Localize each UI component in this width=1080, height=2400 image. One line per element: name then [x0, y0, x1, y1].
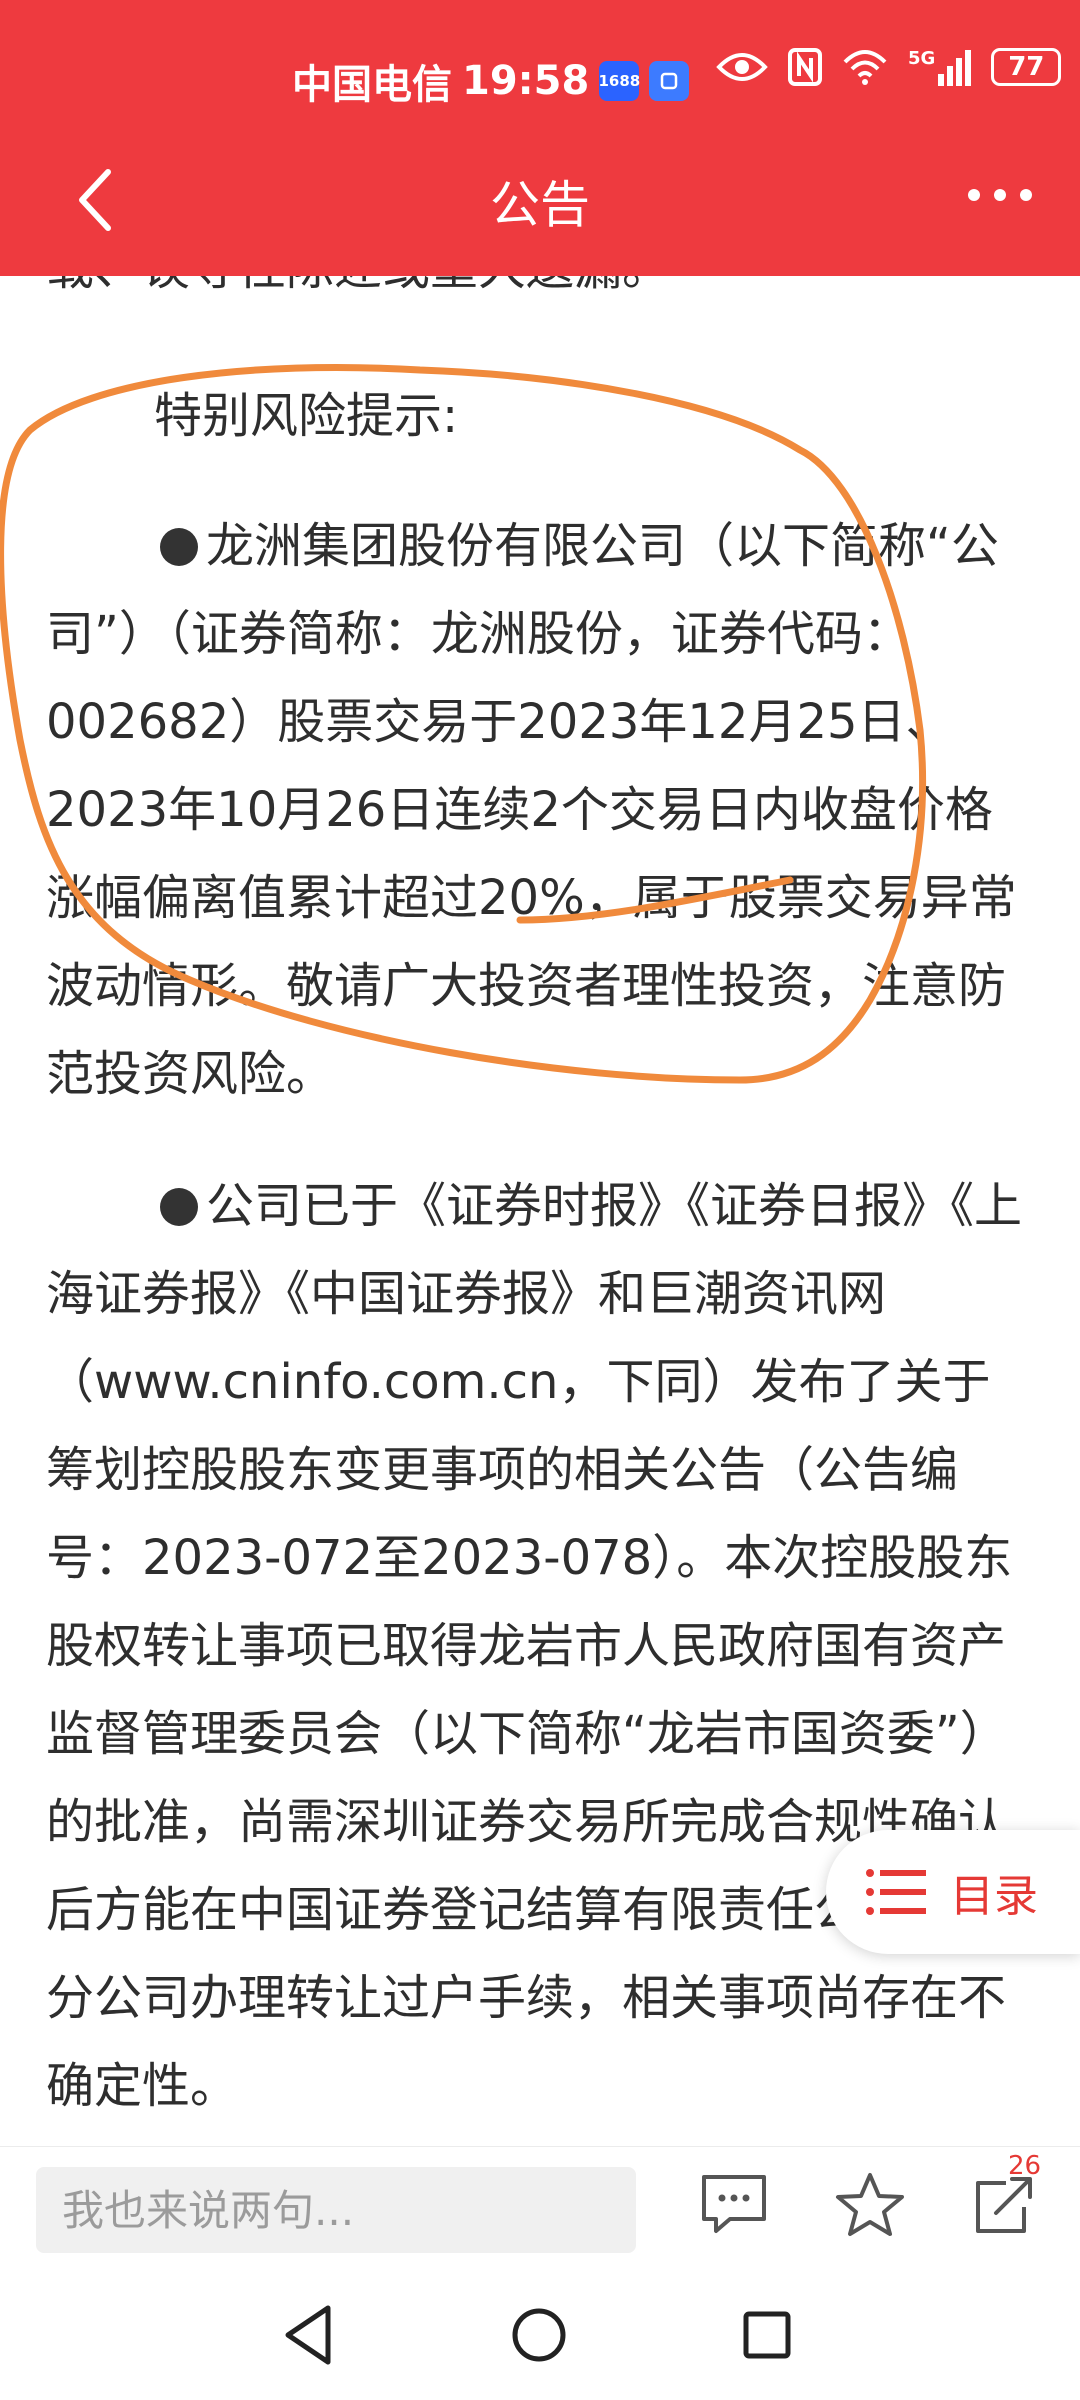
share-button[interactable] — [966, 2169, 1056, 2249]
battery-indicator: 77 — [991, 48, 1062, 86]
comment-icon — [702, 2175, 766, 2233]
nav-home-button[interactable] — [494, 2290, 584, 2380]
toc-button[interactable]: 目录 — [826, 1830, 1080, 1954]
bullet-icon — [160, 1188, 198, 1226]
more-dots-icon — [968, 189, 1032, 201]
network-type: 5G — [908, 48, 936, 69]
bullet-icon — [160, 528, 198, 566]
status-left: 中国电信 19:58 1688 — [292, 52, 690, 110]
app-header: 中国电信 19:58 1688 5G 77 公告 — [0, 0, 1080, 276]
app-1688-icon: 1688 — [598, 61, 640, 101]
eye-icon — [716, 53, 768, 81]
bottom-bar: 26 — [0, 2146, 1080, 2260]
wifi-icon — [843, 50, 887, 85]
share-count: 26 — [1008, 2151, 1042, 2181]
more-button[interactable] — [960, 172, 1040, 242]
previous-line: 载、误导性陈述或重大遗漏。 — [46, 276, 1038, 312]
risk-paragraph-2: 公司已于《证券时报》《证券日报》《上海证券报》《中国证券报》和巨潮资讯网（www… — [46, 1162, 1038, 2130]
risk-heading: 特别风险提示: — [154, 388, 459, 444]
signal-icon: 5G — [908, 48, 972, 86]
system-nav-bar — [0, 2260, 1080, 2400]
circle-home-icon — [512, 2308, 566, 2362]
clock: 19:58 — [462, 58, 590, 104]
square-recent-icon — [743, 2311, 791, 2359]
paragraph-1-text: 龙洲集团股份有限公司（以下简称“公司”）（证券简称：龙洲股份，证券代码：0026… — [46, 518, 1017, 1102]
status-right: 5G 77 — [716, 48, 1062, 86]
favorite-button[interactable] — [830, 2169, 920, 2249]
risk-paragraph-1: 龙洲集团股份有限公司（以下简称“公司”）（证券简称：龙洲股份，证券代码：0026… — [46, 502, 1038, 1118]
nav-back-button[interactable] — [266, 2290, 356, 2380]
carrier-name: 中国电信 — [292, 62, 452, 108]
page-title: 公告 — [490, 176, 590, 234]
app-notification-icon — [649, 61, 690, 101]
toc-label: 目录 — [950, 1871, 1038, 1922]
status-bar: 中国电信 19:58 1688 5G 77 — [0, 0, 1080, 160]
nav-recent-button[interactable] — [722, 2290, 812, 2380]
star-icon — [836, 2173, 904, 2236]
list-icon — [866, 1869, 926, 1915]
nfc-icon — [788, 48, 822, 86]
comment-input[interactable] — [36, 2167, 636, 2253]
paragraph-2-text: 公司已于《证券时报》《证券日报》《上海证券报》《中国证券报》和巨潮资讯网（www… — [46, 1178, 1023, 2114]
triangle-back-icon — [285, 2305, 331, 2365]
comments-button[interactable] — [694, 2169, 784, 2249]
